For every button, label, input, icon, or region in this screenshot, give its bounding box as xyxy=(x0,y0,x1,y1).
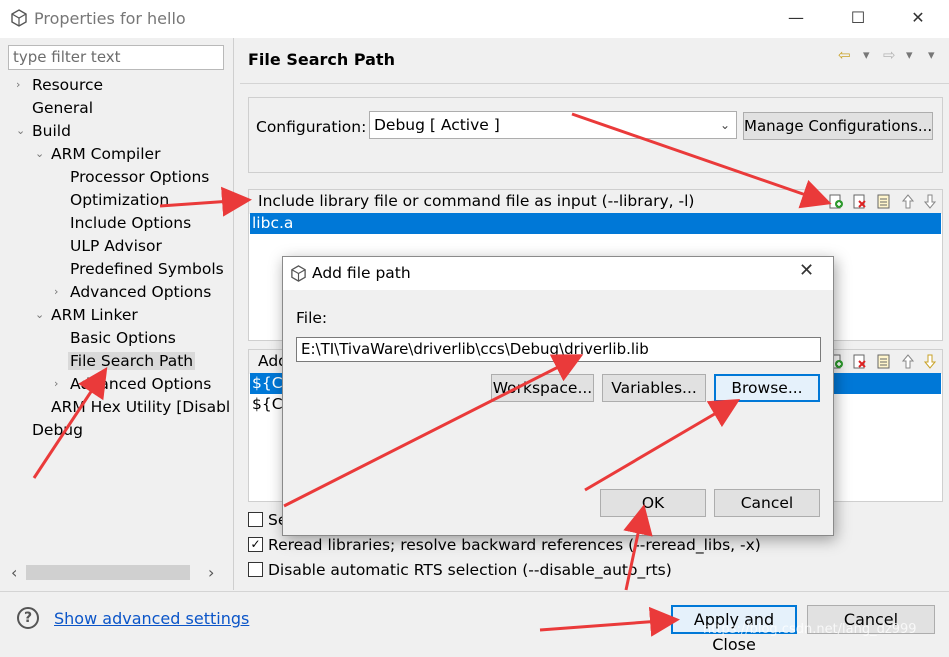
add-icon[interactable] xyxy=(828,194,844,211)
checkbox-box[interactable] xyxy=(248,512,263,527)
configuration-value: Debug [ Active ] xyxy=(374,116,500,134)
collapse-arrow-icon[interactable]: ⌄ xyxy=(16,120,25,142)
expand-arrow-icon[interactable]: › xyxy=(54,373,58,395)
maximize-button[interactable]: ☐ xyxy=(835,0,881,38)
header-divider xyxy=(240,83,949,84)
library-toolbar xyxy=(828,194,940,212)
file-path-input[interactable]: E:\TI\TivaWare\driverlib\ccs\Debug\drive… xyxy=(296,337,821,362)
minimize-button[interactable]: — xyxy=(773,0,819,38)
chevron-down-icon[interactable]: ⌄ xyxy=(720,112,730,138)
tree-item-resource[interactable]: › Resource xyxy=(16,74,103,96)
watermark: https://blog.csdn.net/lang_dz999 xyxy=(703,622,917,637)
close-button[interactable]: ✕ xyxy=(895,0,941,38)
tree-item-arm-hex-utility[interactable]: ARM Hex Utility [Disabl xyxy=(51,396,230,418)
library-list-title: Include library file or command file as … xyxy=(258,192,695,210)
forward-menu-icon[interactable]: ▾ xyxy=(906,48,913,63)
add-file-path-dialog: Add file path ✕ File: E:\TI\TivaWare\dri… xyxy=(282,256,834,536)
library-list-header: Include library file or command file as … xyxy=(249,190,942,214)
app-icon xyxy=(11,9,27,27)
help-icon[interactable]: ? xyxy=(17,607,39,629)
expand-arrow-icon[interactable]: › xyxy=(16,74,20,96)
app-icon xyxy=(291,265,306,282)
edit-icon[interactable] xyxy=(876,194,892,211)
checkbox-box[interactable] xyxy=(248,562,263,577)
ok-button[interactable]: OK xyxy=(600,489,706,517)
delete-icon[interactable] xyxy=(852,194,868,211)
page-title: File Search Path xyxy=(248,50,395,69)
tree-item-linker-advanced-options[interactable]: › Advanced Options xyxy=(54,373,211,395)
tree-item-compiler-advanced-options[interactable]: › Advanced Options xyxy=(54,281,211,303)
collapse-arrow-icon[interactable]: ⌄ xyxy=(35,143,44,165)
move-up-icon[interactable] xyxy=(900,354,916,371)
dialog-title-bar: Add file path ✕ xyxy=(283,257,833,290)
variables-button[interactable]: Variables... xyxy=(602,374,706,402)
dialog-title: Add file path xyxy=(312,264,411,282)
back-menu-icon[interactable]: ▾ xyxy=(863,48,870,63)
tree-item-arm-linker[interactable]: ⌄ ARM Linker xyxy=(35,304,138,326)
tree-item-build[interactable]: ⌄ Build xyxy=(16,120,71,142)
configuration-label: Configuration: xyxy=(256,118,367,136)
browse-button[interactable]: Browse... xyxy=(714,374,820,402)
expand-arrow-icon[interactable]: › xyxy=(54,281,58,303)
pane-divider[interactable] xyxy=(233,38,234,590)
view-menu-icon[interactable]: ▾ xyxy=(928,48,935,63)
footer-divider xyxy=(0,591,949,592)
tree-item-arm-compiler[interactable]: ⌄ ARM Compiler xyxy=(35,143,160,165)
dialog-cancel-button[interactable]: Cancel xyxy=(714,489,820,517)
tree-item-optimization[interactable]: Optimization xyxy=(70,189,169,211)
move-down-icon[interactable] xyxy=(922,194,938,211)
scrollbar-thumb[interactable] xyxy=(26,565,190,580)
back-icon[interactable]: ⇦ xyxy=(838,46,851,64)
manage-configurations-button[interactable]: Manage Configurations... xyxy=(743,112,933,140)
scroll-right-icon[interactable]: › xyxy=(208,563,214,582)
tree-item-general[interactable]: General xyxy=(32,97,93,119)
navigation-icons: ⇦ ▾ ⇨ ▾ ▾ xyxy=(838,46,942,66)
show-advanced-settings-link[interactable]: Show advanced settings xyxy=(54,609,249,628)
workspace-button[interactable]: Workspace... xyxy=(491,374,594,402)
configuration-select[interactable]: Debug [ Active ] ⌄ xyxy=(369,111,737,139)
forward-icon[interactable]: ⇨ xyxy=(883,46,896,64)
checkmark-icon[interactable]: ✓ xyxy=(248,537,263,552)
file-label: File: xyxy=(296,309,328,327)
tree-item-file-search-path[interactable]: File Search Path xyxy=(68,350,196,372)
library-row[interactable]: libc.a xyxy=(250,213,941,234)
tree-item-debug[interactable]: Debug xyxy=(32,419,83,441)
delete-icon[interactable] xyxy=(852,354,868,371)
title-bar: Properties for hello — ☐ ✕ xyxy=(0,0,949,38)
move-down-icon[interactable] xyxy=(922,354,938,371)
tree-item-predefined-symbols[interactable]: Predefined Symbols xyxy=(70,258,224,280)
sidebar-horizontal-scrollbar[interactable]: ‹ › xyxy=(8,563,223,583)
tree-item-basic-options[interactable]: Basic Options xyxy=(70,327,176,349)
tree-item-ulp-advisor[interactable]: ULP Advisor xyxy=(70,235,162,257)
window-title: Properties for hello xyxy=(34,9,186,28)
search-path-toolbar xyxy=(828,354,940,372)
property-tree: › Resource General ⌄ Build ⌄ ARM Compiler P… xyxy=(0,74,232,562)
annotation-arrow xyxy=(539,606,680,637)
dialog-close-icon[interactable]: ✕ xyxy=(799,260,814,281)
collapse-arrow-icon[interactable]: ⌄ xyxy=(35,304,44,326)
edit-icon[interactable] xyxy=(876,354,892,371)
scroll-left-icon[interactable]: ‹ xyxy=(11,563,17,582)
move-up-icon[interactable] xyxy=(900,194,916,211)
tree-item-processor-options[interactable]: Processor Options xyxy=(70,166,209,188)
filter-input[interactable]: type filter text xyxy=(8,45,224,70)
tree-item-include-options[interactable]: Include Options xyxy=(70,212,191,234)
